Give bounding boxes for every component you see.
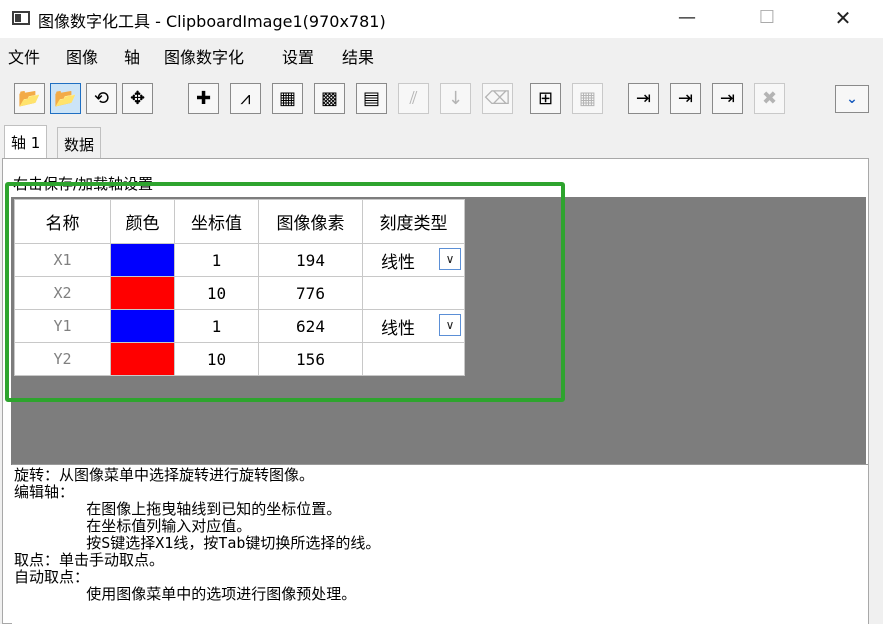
scale-type-value: 线性: [381, 319, 415, 339]
send-to-book-icon[interactable]: ⇥: [628, 83, 659, 114]
help-line: 取点：单击手动取点。: [14, 551, 165, 569]
scale-type-value: 线性: [381, 253, 415, 273]
axis-value-cell[interactable]: 10: [174, 342, 259, 376]
open-folder-icon[interactable]: 📂: [14, 83, 45, 114]
scale-type-cell[interactable]: 线性 ∨: [362, 309, 465, 343]
table-disabled-icon[interactable]: ▦: [572, 83, 603, 114]
axis-value-cell[interactable]: 10: [174, 276, 259, 310]
axis-color-cell[interactable]: [110, 243, 175, 277]
header-color: 颜色: [110, 199, 175, 244]
header-pixel: 图像像素: [258, 199, 363, 244]
chevron-down-icon[interactable]: ∨: [439, 314, 461, 336]
menu-image[interactable]: 图像: [66, 44, 98, 68]
color-swatch[interactable]: [111, 244, 174, 276]
chevron-down-icon[interactable]: ∨: [439, 248, 461, 270]
header-scale-type: 刻度类型: [362, 199, 465, 244]
open-folder-active-icon[interactable]: 📂: [50, 83, 81, 114]
axis-settings-hint: 右击保存/加载轴设置: [13, 175, 154, 193]
maximize-button[interactable]: ☐: [744, 0, 790, 38]
axis-color-cell[interactable]: [110, 309, 175, 343]
help-line: 使用图像菜单中的选项进行图像预处理。: [14, 585, 357, 603]
scale-type-cell[interactable]: 线性 ∨: [362, 243, 465, 277]
axis-pixel-cell[interactable]: 624: [258, 309, 363, 343]
eraser-disabled-icon[interactable]: ⌫: [482, 83, 513, 114]
close-button[interactable]: ✕: [820, 0, 866, 38]
help-line: 自动取点：: [14, 568, 90, 586]
rotate-image-icon[interactable]: ⟲: [86, 83, 117, 114]
table-row[interactable]: X2 10 776: [14, 276, 465, 310]
menu-axis[interactable]: 轴: [124, 44, 140, 68]
help-line: 在坐标值列输入对应值。: [14, 517, 252, 535]
color-swatch[interactable]: [111, 343, 174, 375]
header-name: 名称: [14, 199, 111, 244]
delete-disabled-icon[interactable]: ✖: [754, 83, 785, 114]
table-row[interactable]: X1 1 194 线性 ∨: [14, 243, 465, 277]
scale-type-cell[interactable]: [362, 342, 465, 376]
help-line: 旋转：从图像菜单中选择旋转进行旋转图像。: [14, 466, 315, 484]
axis-name-cell[interactable]: X1: [14, 243, 111, 277]
tab-data[interactable]: 数据: [57, 127, 102, 159]
tab-axis-1[interactable]: 轴 1: [4, 125, 48, 159]
axes-table: 名称 颜色 坐标值 图像像素 刻度类型 X1 1 194 线性 ∨ X2 10 7…: [14, 199, 465, 376]
toolbar: 📂 📂 ⟲ ✥ ✚ ⩘ ▦ ▩ ▤ ⫽ ↓ ⌫ ⊞ ▦ ⇥ ⇥ ⇥ ✖ ⌄: [0, 80, 883, 120]
menu-results[interactable]: 结果: [342, 44, 374, 68]
table-header-row: 名称 颜色 坐标值 图像像素 刻度类型: [14, 199, 465, 244]
region-grid-icon[interactable]: ▦: [272, 83, 303, 114]
data-frame-icon[interactable]: ⊞: [530, 83, 561, 114]
menu-digitize[interactable]: 图像数字化: [164, 44, 244, 68]
color-swatch[interactable]: [111, 277, 174, 309]
chevron-down-icon[interactable]: ⌄: [835, 85, 869, 113]
send-to-graph-icon[interactable]: ⇥: [670, 83, 701, 114]
axis-name-cell[interactable]: Y2: [14, 342, 111, 376]
menu-settings[interactable]: 设置: [282, 44, 314, 68]
table-row[interactable]: Y2 10 156: [14, 342, 465, 376]
axis-color-cell[interactable]: [110, 276, 175, 310]
axis-name-cell[interactable]: Y1: [14, 309, 111, 343]
help-line: 编辑轴：: [14, 483, 75, 501]
menu-file[interactable]: 文件: [8, 44, 40, 68]
color-swatch[interactable]: [111, 310, 174, 342]
axis-pixel-cell[interactable]: 776: [258, 276, 363, 310]
axis-pixel-cell[interactable]: 194: [258, 243, 363, 277]
help-line: 在图像上拖曳轴线到已知的坐标位置。: [14, 500, 342, 518]
auto-trace-icon[interactable]: ⩘: [230, 83, 261, 114]
move-axes-icon[interactable]: ✥: [122, 83, 153, 114]
send-to-plot-icon[interactable]: ⇥: [712, 83, 743, 114]
scale-type-cell[interactable]: [362, 276, 465, 310]
minimize-button[interactable]: —: [664, 0, 710, 38]
table-row[interactable]: Y1 1 624 线性 ∨: [14, 309, 465, 343]
axis-name-cell[interactable]: X2: [14, 276, 111, 310]
window-title: 图像数字化工具 - ClipboardImage1(970x781): [38, 12, 386, 31]
axis-color-cell[interactable]: [110, 342, 175, 376]
axis-value-cell[interactable]: 1: [174, 309, 259, 343]
grid-select-icon[interactable]: ▩: [314, 83, 345, 114]
app-icon: [12, 11, 30, 25]
line-disabled-icon[interactable]: ⫽: [398, 83, 429, 114]
axis-value-cell[interactable]: 1: [174, 243, 259, 277]
help-line: 按S键选择X1线，按Tab键切换所选择的线。: [14, 534, 381, 552]
grid-select-alt-icon[interactable]: ▤: [356, 83, 387, 114]
axis-pixel-cell[interactable]: 156: [258, 342, 363, 376]
pick-point-icon[interactable]: ✚: [188, 83, 219, 114]
title-bar: 图像数字化工具 - ClipboardImage1(970x781) — ☐ ✕: [0, 0, 883, 38]
sort-disabled-icon[interactable]: ↓: [440, 83, 471, 114]
header-value: 坐标值: [174, 199, 259, 244]
help-text: 旋转：从图像菜单中选择旋转进行旋转图像。 编辑轴： 在图像上拖曳轴线到已知的坐标…: [12, 464, 868, 624]
